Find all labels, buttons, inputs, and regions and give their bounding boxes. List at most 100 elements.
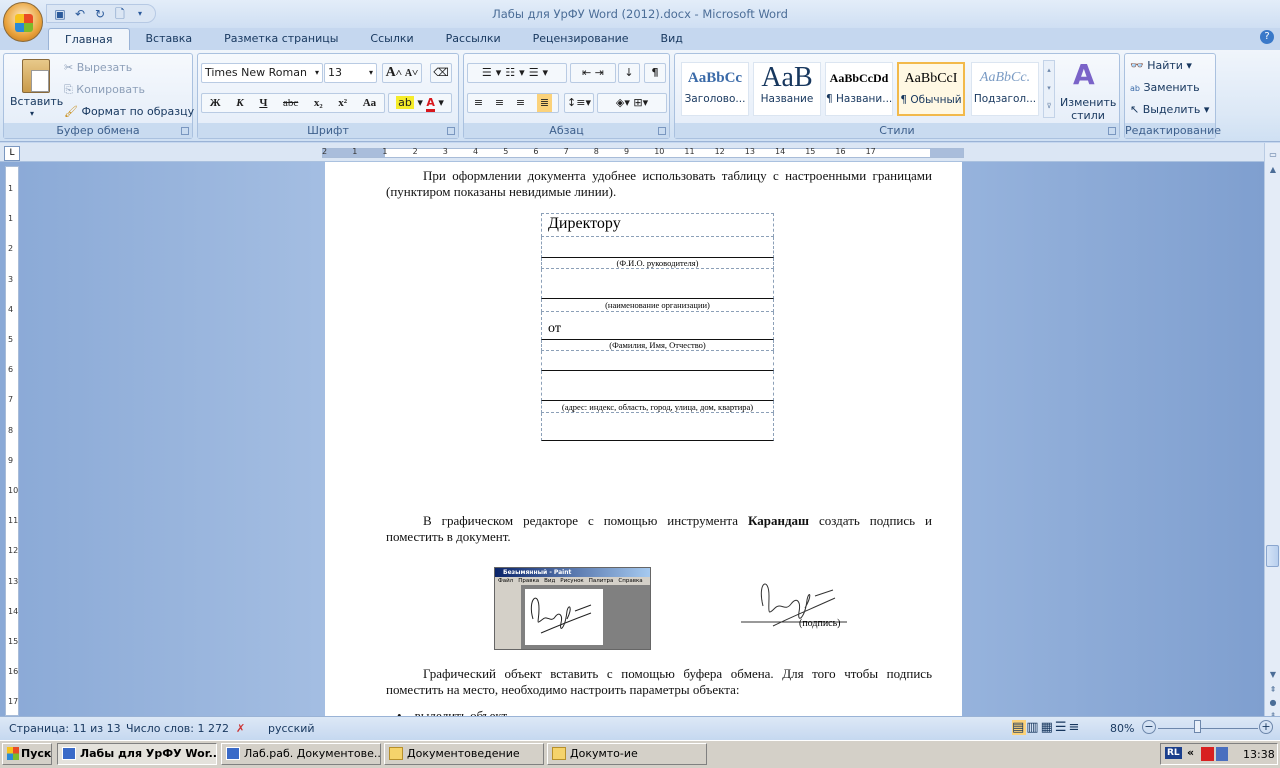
font-name-select[interactable]: Times New Roman ▾	[201, 63, 323, 83]
table-cell-empty	[541, 237, 774, 258]
superscript-button[interactable]: x²	[338, 94, 347, 112]
paste-button[interactable]: Вставить	[10, 95, 63, 108]
underline-button[interactable]: Ч	[259, 94, 267, 112]
scroll-down-button[interactable]: ▼	[1266, 668, 1280, 682]
clear-formatting-icon[interactable]: ⌫	[430, 63, 452, 83]
change-case-button[interactable]: Aa	[363, 94, 376, 112]
shrink-font-button[interactable]: A	[405, 68, 412, 79]
office-button[interactable]	[3, 2, 43, 42]
replace-button[interactable]: ab Заменить	[1130, 81, 1200, 94]
split-icon[interactable]: ▭	[1266, 148, 1280, 162]
save-icon[interactable]: ▣	[53, 7, 67, 21]
taskbar-item[interactable]: Докумто-ие	[547, 743, 707, 765]
style-subtitle[interactable]: AaBbCc. Подзагол...	[971, 62, 1039, 116]
draft-icon[interactable]: ≡	[1069, 720, 1082, 735]
cut-button[interactable]: ✂ Вырезать	[64, 61, 132, 74]
language-indicator[interactable]: RL	[1165, 747, 1182, 759]
zoom-out-button[interactable]: −	[1142, 720, 1156, 734]
tab-page-layout[interactable]: Разметка страницы	[208, 28, 354, 50]
zoom-slider[interactable]	[1158, 728, 1258, 729]
tab-selector[interactable]: L	[4, 146, 20, 161]
language[interactable]: русский	[268, 722, 315, 735]
undo-icon[interactable]: ↶	[73, 7, 87, 21]
zoom-level[interactable]: 80%	[1110, 722, 1134, 735]
paragraph-text: В графическом редакторе с помощью инстру…	[423, 513, 748, 528]
ribbon-tabs: Главная Вставка Разметка страницы Ссылки…	[48, 28, 699, 50]
ruler-number: 14	[775, 147, 786, 156]
print-layout-icon[interactable]: ▤	[1012, 720, 1027, 735]
clock[interactable]: 13:38	[1243, 748, 1275, 761]
shading-borders-buttons[interactable]: ◈▾ ⊞▾	[597, 93, 667, 113]
grow-font-button[interactable]: A	[386, 65, 396, 80]
proofing-icon[interactable]: ✗	[236, 722, 245, 735]
print-preview-icon[interactable]: 🗋	[113, 7, 127, 21]
subscript-button[interactable]: x₂	[314, 94, 323, 112]
indent-buttons[interactable]: ⇤ ⇥	[570, 63, 616, 83]
style-title-para[interactable]: AaBbCcDd ¶ Названи...	[825, 62, 893, 116]
tab-home[interactable]: Главная	[48, 28, 130, 50]
align-center-icon[interactable]: ≡	[495, 94, 504, 112]
copy-button[interactable]: ⎘ Копировать	[64, 83, 145, 97]
find-label: Найти	[1147, 59, 1183, 72]
tab-references[interactable]: Ссылки	[354, 28, 429, 50]
paint-screenshot-image[interactable]: Безымянный - Paint Файл Правка Вид Рисунок П…	[494, 567, 651, 650]
redo-icon[interactable]: ↻	[93, 7, 107, 21]
list-buttons[interactable]: ☰▾☷▾☰▾	[467, 63, 567, 83]
grow-shrink-font-buttons[interactable]: A˄ A˅	[382, 63, 422, 83]
previous-page-button[interactable]: ⇞	[1266, 683, 1280, 697]
task-label: Документоведение	[407, 747, 520, 760]
tray-expand-icon[interactable]: «	[1187, 746, 1194, 759]
network-icon[interactable]	[1216, 747, 1228, 761]
tab-view[interactable]: Вид	[645, 28, 699, 50]
dialog-launcher[interactable]	[447, 127, 455, 135]
scroll-up-button[interactable]: ▲	[1266, 163, 1280, 177]
dialog-launcher[interactable]	[181, 127, 189, 135]
font-size-select[interactable]: 13 ▾	[324, 63, 377, 83]
style-sample: AaB	[761, 63, 813, 93]
find-button[interactable]: 👓 Найти ▾	[1130, 59, 1192, 72]
view-buttons[interactable]: ▤▥▦☰≡	[1012, 720, 1081, 735]
align-left-icon[interactable]: ≡	[474, 94, 483, 112]
justify-icon[interactable]: ≣	[536, 94, 553, 112]
word-count[interactable]: Число слов: 1 272	[126, 722, 229, 735]
format-painter-button[interactable]: 🖌 Формат по образцу	[64, 105, 194, 118]
sort-icon[interactable]: ↓	[618, 63, 640, 83]
antivirus-icon[interactable]	[1201, 747, 1214, 761]
change-styles-button[interactable]: Изменить стили	[1060, 96, 1116, 122]
bold-button[interactable]: Ж	[210, 94, 221, 112]
highlight-icon[interactable]: ab	[396, 96, 414, 109]
web-layout-icon[interactable]: ▦	[1041, 720, 1055, 735]
select-browse-object[interactable]: ●	[1266, 696, 1280, 710]
line-spacing-icon[interactable]: ↕≡▾	[564, 93, 594, 113]
outline-icon[interactable]: ☰	[1055, 720, 1069, 735]
taskbar-item[interactable]: Лабы для УрФУ Wor...	[57, 743, 217, 765]
styles-gallery-scroll[interactable]: ▴ ▾ ⊽	[1043, 60, 1055, 118]
zoom-in-button[interactable]: +	[1259, 720, 1273, 734]
taskbar-item[interactable]: Документоведение	[384, 743, 544, 765]
vertical-scrollbar[interactable]: ▭ ▲ ▼ ⇞ ● ⇟	[1264, 143, 1280, 720]
show-marks-button[interactable]: ¶	[644, 63, 666, 83]
strikethrough-button[interactable]: abc	[283, 94, 298, 112]
taskbar-item[interactable]: Лаб.раб. Документове...	[221, 743, 381, 765]
tab-mailings[interactable]: Рассылки	[430, 28, 517, 50]
style-heading[interactable]: AaBbCc Заголово...	[681, 62, 749, 116]
full-screen-reading-icon[interactable]: ▥	[1026, 720, 1040, 735]
italic-button[interactable]: К	[236, 94, 243, 112]
select-button[interactable]: ↖ Выделить ▾	[1130, 103, 1209, 116]
dialog-launcher[interactable]	[1108, 127, 1116, 135]
align-right-icon[interactable]: ≡	[516, 94, 525, 112]
zoom-slider-thumb[interactable]	[1193, 720, 1201, 733]
style-title[interactable]: AaB Название	[753, 62, 821, 116]
font-color-icon[interactable]: A	[426, 96, 435, 112]
help-icon[interactable]: ?	[1260, 30, 1274, 44]
document-page[interactable]: При оформлении документа удобнее использ…	[325, 162, 962, 723]
ruler-number: 9	[624, 147, 630, 156]
tab-insert[interactable]: Вставка	[130, 28, 209, 50]
start-button[interactable]: Пуск	[2, 743, 52, 765]
dialog-launcher[interactable]	[658, 127, 666, 135]
customize-qat-icon[interactable]: ▾	[133, 7, 147, 21]
page-count[interactable]: Страница: 11 из 13	[9, 722, 121, 735]
style-normal[interactable]: AaBbCcI ¶ Обычный	[897, 62, 965, 116]
scroll-thumb[interactable]	[1266, 545, 1279, 567]
tab-review[interactable]: Рецензирование	[517, 28, 645, 50]
